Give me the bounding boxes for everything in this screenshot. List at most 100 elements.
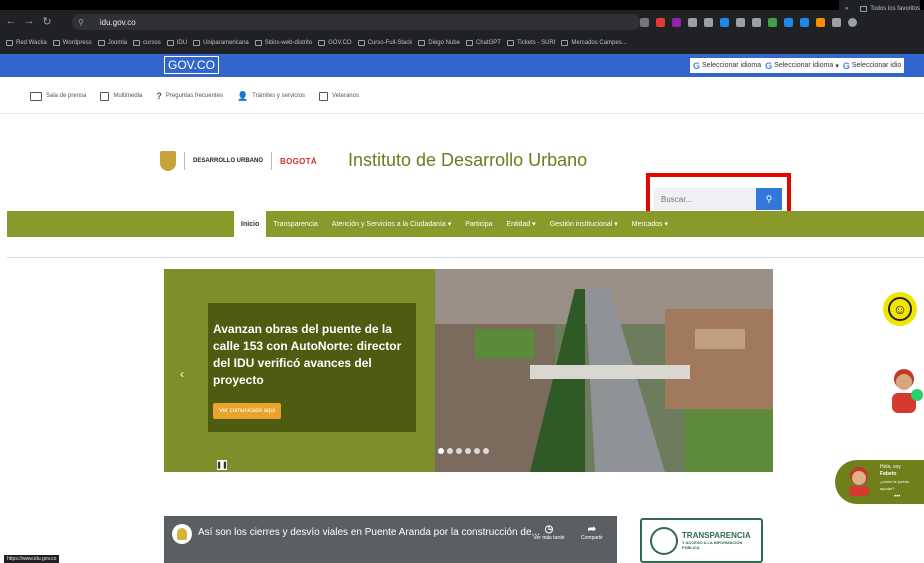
forward-icon[interactable]: → [22, 15, 36, 27]
bookmark-label: Sitios-web-distrito [264, 40, 313, 46]
share-button[interactable]: ➦ Compartir [572, 524, 612, 541]
bookmark-item[interactable]: Sitios-web-distrito [254, 40, 313, 46]
bookmark-item[interactable]: ChatGPT [465, 40, 501, 46]
extension-icon[interactable] [768, 17, 777, 27]
extension-icon[interactable] [736, 17, 745, 27]
extension-icon[interactable] [816, 17, 825, 27]
folder-icon [52, 40, 60, 46]
question-icon: ? [156, 91, 162, 101]
google-translate-icon: G [693, 60, 701, 71]
menu-item[interactable]: Atención y Servicios a la Ciudadanía ▾ [325, 211, 458, 237]
carousel-dot[interactable] [483, 448, 489, 454]
accessibility-button[interactable]: ☺ [883, 292, 917, 326]
address-bar[interactable]: ⚲ idu.gov.co [72, 14, 640, 30]
menu-item[interactable]: Entidad ▾ [499, 211, 542, 237]
all-bookmarks[interactable]: » Todos los favoritos [838, 0, 920, 18]
utility-link-services[interactable]: 👤 Trámites y servicios [237, 91, 305, 102]
share-label: Compartir [581, 535, 603, 541]
divider [7, 257, 924, 258]
hero-cta-button[interactable]: Ver comunicado aquí [213, 403, 282, 419]
channel-logo[interactable] [172, 524, 192, 544]
carousel-prev-button[interactable]: ‹ [180, 367, 184, 381]
utility-link-press[interactable]: Sala de prensa [30, 91, 87, 101]
bookmark-item[interactable]: cursos [133, 40, 161, 46]
bookmark-label: ChatGPT [475, 40, 501, 46]
bookmark-item[interactable]: Curso-Full-Stack [357, 40, 413, 46]
extension-icon[interactable] [800, 17, 809, 27]
language-selector[interactable]: G Seleccionar idioma [693, 61, 761, 71]
bookmarks-bar: Red Wacka Wordpress Joomla cursos IDU Unipara… [0, 34, 924, 52]
extension-icon[interactable] [752, 17, 761, 27]
folder-icon [465, 40, 473, 46]
url-text: idu.gov.co [99, 17, 136, 27]
bookmark-item[interactable]: IDU [166, 40, 187, 46]
bookmark-label: Uniparamericana [203, 40, 249, 46]
bookmark-label: Joomla [107, 40, 128, 46]
chat-line: Hola, soy [880, 464, 901, 470]
bookmark-item[interactable]: Mercados Campes... [561, 40, 627, 46]
reload-icon[interactable]: ↻ [40, 15, 54, 28]
google-translate-icon: G [765, 60, 773, 71]
menu-item[interactable]: Mercados ▾ [625, 211, 675, 237]
transparency-title: TRANSPARENCIA [681, 531, 751, 540]
folder-icon [166, 40, 174, 46]
video-title[interactable]: Así son los cierres y desvío viales en P… [198, 527, 540, 538]
logo-group[interactable]: DESARROLLO URBANO BOGOTÁ [160, 146, 317, 176]
extension-icon[interactable] [688, 17, 697, 27]
carousel-pause-button[interactable]: ❚❚ [216, 460, 228, 470]
extension-icon[interactable] [720, 17, 729, 27]
carousel-dot[interactable] [447, 448, 453, 454]
utility-link-multimedia[interactable]: Multimedia [100, 91, 143, 101]
profile-icon[interactable] [848, 17, 857, 27]
transparency-subtitle: Y ACCESO A LA INFORMACIÓN PÚBLICA [681, 540, 743, 550]
carousel-dot[interactable] [456, 448, 462, 454]
assistant-avatar-icon[interactable] [887, 365, 924, 413]
extension-icon[interactable] [656, 17, 665, 27]
utility-link-label: Preguntas frecuentes [165, 93, 223, 99]
bookmark-item[interactable]: Wordpress [52, 40, 92, 46]
utility-link-label: Multimedia [113, 93, 143, 99]
bookmark-item[interactable]: Uniparamericana [193, 40, 249, 46]
watch-later-label: Ver más tarde [533, 535, 565, 541]
menu-item[interactable]: Transparencia [266, 211, 325, 237]
video-embed[interactable]: Así son los cierres y desvío viales en P… [164, 516, 617, 563]
utility-link-veterans[interactable]: Veteranos [318, 91, 359, 101]
bookmark-item[interactable]: Red Wacka [6, 40, 47, 46]
language-selector[interactable]: G Seleccionar idioma ▾ [765, 61, 839, 71]
watch-later-button[interactable]: ◷ Ver más tarde [529, 524, 569, 541]
bookmark-label: Curso-Full-Stack [367, 40, 413, 46]
extensions-puzzle-icon[interactable] [832, 17, 841, 27]
bookmark-label: Wordpress [62, 40, 92, 46]
govco-logo[interactable]: GOV.CO [164, 56, 219, 74]
bookmark-label: Red Wacka [16, 40, 47, 46]
language-selector[interactable]: G Seleccionar idio [843, 61, 901, 71]
bookmark-item[interactable]: Joomla [97, 40, 128, 46]
google-translate-icon: G [842, 60, 850, 71]
carousel-dot[interactable] [474, 448, 480, 454]
govco-logo-text: GOV.CO [168, 58, 215, 72]
utility-link-faq[interactable]: ? Preguntas frecuentes [156, 91, 223, 101]
main-menu: Inicio Transparencia Atención y Servicios … [234, 211, 675, 237]
bookmark-star-icon[interactable] [640, 17, 649, 27]
carousel-dot[interactable] [465, 448, 471, 454]
extension-icon[interactable] [704, 17, 713, 27]
menu-item[interactable]: Participa [458, 211, 499, 237]
folder-icon [133, 40, 141, 46]
extension-icon[interactable] [672, 17, 681, 27]
back-icon[interactable]: ← [4, 15, 18, 27]
bookmark-label: GOV.CO [328, 40, 352, 46]
newspaper-icon [30, 91, 42, 101]
site-info-icon[interactable]: ⚲ [78, 18, 84, 27]
menu-item[interactable]: Inicio [234, 211, 267, 237]
utility-link-label: Sala de prensa [46, 93, 87, 99]
transparency-banner[interactable]: TRANSPARENCIA Y ACCESO A LA INFORMACIÓN … [640, 518, 763, 563]
menu-item[interactable]: Gestión institucional ▾ [543, 211, 625, 237]
logo-divider [271, 152, 272, 170]
folder-icon [506, 40, 514, 46]
carousel-dot[interactable] [438, 448, 444, 454]
bookmark-item[interactable]: GOV.CO [318, 40, 352, 46]
extension-icon[interactable] [784, 17, 793, 27]
bookmark-label: Diego Nube [428, 40, 460, 46]
bookmark-item[interactable]: Tickets - SURI [506, 40, 555, 46]
bookmark-item[interactable]: Diego Nube [418, 40, 460, 46]
